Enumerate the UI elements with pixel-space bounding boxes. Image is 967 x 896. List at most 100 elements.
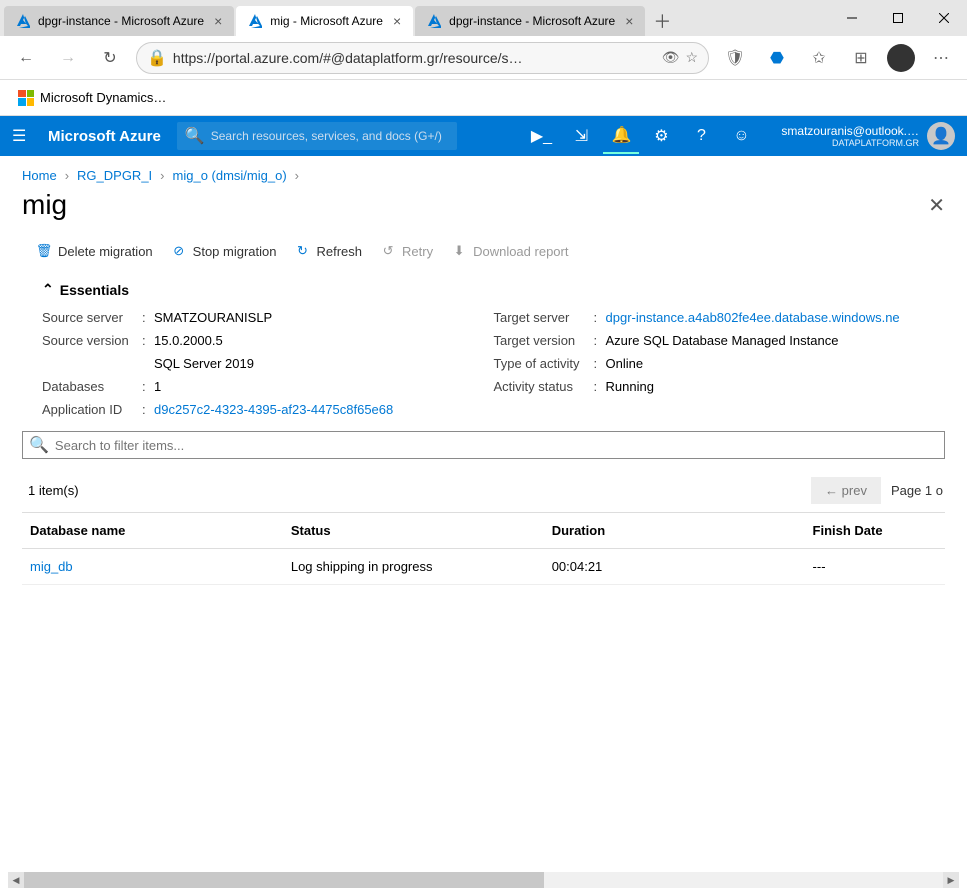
- databases-table: Database name Status Duration Finish Dat…: [22, 512, 945, 585]
- tab-close-icon[interactable]: ×: [623, 13, 635, 29]
- maximize-button[interactable]: [875, 0, 921, 36]
- search-icon: 🔍: [29, 435, 49, 455]
- profile-avatar[interactable]: [887, 44, 915, 72]
- bookmark-label: Microsoft Dynamics…: [40, 90, 166, 105]
- label-type-activity: Type of activity: [494, 356, 594, 371]
- global-search[interactable]: 🔍: [177, 122, 457, 150]
- feedback-icon[interactable]: ☺: [723, 118, 759, 154]
- chevron-right-icon: ›: [65, 168, 69, 183]
- ms-logo-icon: [18, 90, 34, 106]
- crumb-rg[interactable]: RG_DPGR_I: [77, 168, 152, 183]
- filter-directories-icon[interactable]: ⇲: [563, 118, 599, 154]
- address-bar: ← → ↻ 🔒 https://portal.azure.com/#@datap…: [0, 36, 967, 80]
- browser-tab-2[interactable]: mig - Microsoft Azure ×: [236, 6, 413, 36]
- close-blade-button[interactable]: ✕: [928, 193, 945, 218]
- gear-icon[interactable]: ⚙: [643, 118, 679, 154]
- more-icon[interactable]: ⋯: [925, 42, 957, 74]
- bookmarks-bar: Microsoft Dynamics…: [0, 80, 967, 116]
- new-tab-button[interactable]: ＋: [647, 6, 677, 36]
- tab-label: mig - Microsoft Azure: [270, 14, 383, 28]
- table-row[interactable]: mig_db Log shipping in progress 00:04:21…: [22, 549, 945, 585]
- help-icon[interactable]: ?: [683, 118, 719, 154]
- label-activity-status: Activity status: [494, 379, 594, 394]
- prev-page-button[interactable]: ← prev: [811, 477, 881, 504]
- value-activity-status: Running: [606, 379, 926, 394]
- close-window-button[interactable]: [921, 0, 967, 36]
- filter-box[interactable]: 🔍: [22, 431, 945, 459]
- shield-icon[interactable]: ⬣: [761, 42, 793, 74]
- lock-icon: 🔒: [147, 48, 167, 68]
- cloudshell-icon[interactable]: ▶_: [523, 118, 559, 154]
- notifications-icon[interactable]: 🔔: [603, 118, 639, 154]
- breadcrumb: Home › RG_DPGR_I › mig_o (dmsi/mig_o) ›: [22, 168, 945, 183]
- chevron-right-icon: ›: [160, 168, 164, 183]
- favorites-icon[interactable]: ✩: [803, 42, 835, 74]
- download-report-button: ⬇Download report: [451, 243, 568, 259]
- azure-icon: [246, 13, 262, 29]
- star-icon[interactable]: ☆: [685, 49, 698, 66]
- col-duration[interactable]: Duration: [544, 513, 805, 549]
- crumb-mig[interactable]: mig_o (dmsi/mig_o): [173, 168, 287, 183]
- tab-close-icon[interactable]: ×: [212, 13, 224, 29]
- reload-button[interactable]: ↻: [94, 42, 126, 74]
- scroll-thumb[interactable]: [24, 872, 544, 888]
- scroll-left-icon[interactable]: ◀: [8, 872, 24, 888]
- cell-finish-date: ---: [805, 549, 945, 585]
- download-icon: ⬇: [451, 243, 467, 259]
- search-icon: 🔍: [185, 126, 205, 146]
- search-input[interactable]: [211, 129, 449, 143]
- value-application-id[interactable]: d9c257c2-4323-4395-af23-4475c8f65e68: [154, 402, 474, 417]
- bookmark-item[interactable]: Microsoft Dynamics…: [12, 86, 172, 110]
- filter-input[interactable]: [55, 438, 938, 453]
- retry-icon: ↺: [380, 243, 396, 259]
- hamburger-icon[interactable]: ☰: [12, 126, 32, 146]
- page-title: mig: [22, 189, 67, 221]
- tab-close-icon[interactable]: ×: [391, 13, 403, 29]
- refresh-icon: ↻: [294, 243, 310, 259]
- item-count: 1 item(s): [28, 483, 79, 498]
- url-text: https://portal.azure.com/#@dataplatform.…: [173, 50, 656, 66]
- value-type-activity: Online: [606, 356, 926, 371]
- label-source-version: Source version: [42, 333, 142, 348]
- stop-icon: ⊘: [171, 243, 187, 259]
- tab-label: dpgr-instance - Microsoft Azure: [449, 14, 615, 28]
- user-menu[interactable]: smatzouranis@outlook.… DATAPLATFORM.GR 👤: [781, 122, 955, 150]
- value-source-version-1: 15.0.2000.5: [154, 333, 474, 348]
- browser-tab-1[interactable]: dpgr-instance - Microsoft Azure ×: [4, 6, 234, 36]
- value-source-server: SMATZOURANISLP: [154, 310, 474, 325]
- col-status[interactable]: Status: [283, 513, 544, 549]
- col-finish-date[interactable]: Finish Date: [805, 513, 945, 549]
- reader-icon[interactable]: 👁: [662, 49, 680, 66]
- azure-icon: [14, 13, 30, 29]
- horizontal-scrollbar[interactable]: ◀ ▶: [8, 872, 959, 888]
- refresh-button[interactable]: ↻Refresh: [294, 243, 362, 259]
- crumb-home[interactable]: Home: [22, 168, 57, 183]
- url-field[interactable]: 🔒 https://portal.azure.com/#@dataplatfor…: [136, 42, 709, 74]
- col-database-name[interactable]: Database name: [22, 513, 283, 549]
- brand-label[interactable]: Microsoft Azure: [48, 128, 161, 145]
- scroll-right-icon[interactable]: ▶: [943, 872, 959, 888]
- cell-database-name[interactable]: mig_db: [22, 549, 283, 585]
- value-source-version-2: SQL Server 2019: [154, 356, 474, 371]
- chevron-right-icon: ›: [295, 168, 299, 183]
- user-org: DATAPLATFORM.GR: [781, 138, 919, 148]
- toolbar: 🗑Delete migration ⊘Stop migration ↻Refre…: [22, 243, 945, 259]
- collections-icon[interactable]: ⊞: [845, 42, 877, 74]
- user-avatar-icon: 👤: [927, 122, 955, 150]
- value-target-version: Azure SQL Database Managed Instance: [606, 333, 926, 348]
- cell-status: Log shipping in progress: [283, 549, 544, 585]
- back-button[interactable]: ←: [10, 42, 42, 74]
- label-source-server: Source server: [42, 310, 142, 325]
- forward-button[interactable]: →: [52, 42, 84, 74]
- browser-tab-3[interactable]: dpgr-instance - Microsoft Azure ×: [415, 6, 645, 36]
- label-target-version: Target version: [494, 333, 594, 348]
- cell-duration: 00:04:21: [544, 549, 805, 585]
- value-target-server[interactable]: dpgr-instance.a4ab802fe4ee.database.wind…: [606, 310, 926, 325]
- azure-icon: [425, 13, 441, 29]
- essentials-toggle[interactable]: ⌃ Essentials: [42, 281, 945, 298]
- shield-ublock-icon[interactable]: 🛡: [719, 42, 751, 74]
- stop-migration-button[interactable]: ⊘Stop migration: [171, 243, 277, 259]
- minimize-button[interactable]: [829, 0, 875, 36]
- trash-icon: 🗑: [36, 243, 52, 259]
- delete-migration-button[interactable]: 🗑Delete migration: [36, 243, 153, 259]
